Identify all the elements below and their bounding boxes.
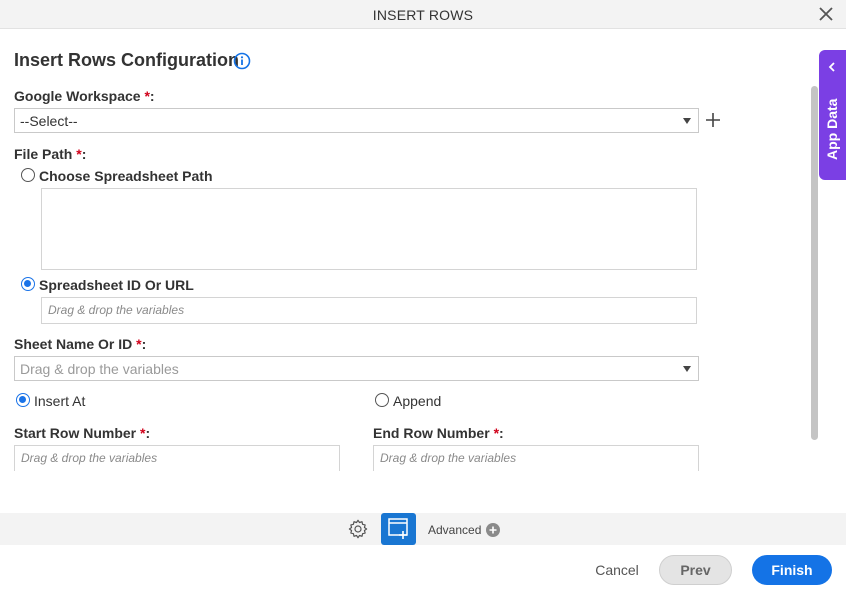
choose-spreadsheet-path-label: Choose Spreadsheet Path xyxy=(39,168,213,184)
start-row-label: Start Row Number *: xyxy=(14,425,151,441)
chevron-down-icon xyxy=(683,118,691,124)
app-data-label: App Data xyxy=(824,98,840,160)
chevron-left-icon xyxy=(828,62,835,72)
sheet-name-select[interactable]: Drag & drop the variables xyxy=(14,356,699,381)
add-workspace-plus-icon[interactable] xyxy=(705,112,721,128)
advanced-label[interactable]: Advanced xyxy=(428,523,481,537)
end-row-label: End Row Number *: xyxy=(373,425,504,441)
google-workspace-value: --Select-- xyxy=(20,113,78,129)
google-workspace-label: Google Workspace *: xyxy=(14,88,155,104)
start-row-input[interactable]: Drag & drop the variables xyxy=(14,445,340,471)
add-window-icon xyxy=(388,518,408,539)
sheet-name-placeholder: Drag & drop the variables xyxy=(20,361,179,377)
insert-at-radio[interactable] xyxy=(16,393,30,407)
close-icon[interactable] xyxy=(818,6,834,22)
title-bar: INSERT ROWS xyxy=(0,0,846,29)
chevron-down-icon xyxy=(683,366,691,372)
footer-toolbar xyxy=(0,513,846,545)
prev-button[interactable]: Prev xyxy=(659,555,732,585)
append-label: Append xyxy=(393,393,442,409)
end-row-input[interactable]: Drag & drop the variables xyxy=(373,445,699,471)
app-data-tab[interactable]: App Data xyxy=(819,50,846,180)
finish-button[interactable]: Finish xyxy=(752,555,832,585)
gear-icon[interactable] xyxy=(347,518,369,540)
google-workspace-select[interactable]: --Select-- xyxy=(14,108,699,133)
spreadsheet-id-label: Spreadsheet ID Or URL xyxy=(39,277,194,293)
section-title: Insert Rows Configuration xyxy=(14,50,239,70)
scrollbar-thumb[interactable] xyxy=(811,86,818,440)
cancel-button[interactable]: Cancel xyxy=(590,555,644,585)
spreadsheet-id-input[interactable]: Drag & drop the variables xyxy=(41,297,697,324)
info-icon[interactable] xyxy=(233,52,251,70)
file-path-label: File Path *: xyxy=(14,146,87,162)
add-window-button[interactable] xyxy=(381,513,416,545)
spreadsheet-id-radio[interactable] xyxy=(21,277,35,291)
choose-spreadsheet-path-radio[interactable] xyxy=(21,168,35,182)
spreadsheet-path-box[interactable] xyxy=(41,188,697,270)
insert-at-label: Insert At xyxy=(34,393,86,409)
window-title: INSERT ROWS xyxy=(372,7,474,23)
advanced-plus-icon[interactable] xyxy=(486,523,500,537)
sheet-name-label: Sheet Name Or ID *: xyxy=(14,336,147,352)
append-radio[interactable] xyxy=(375,393,389,407)
